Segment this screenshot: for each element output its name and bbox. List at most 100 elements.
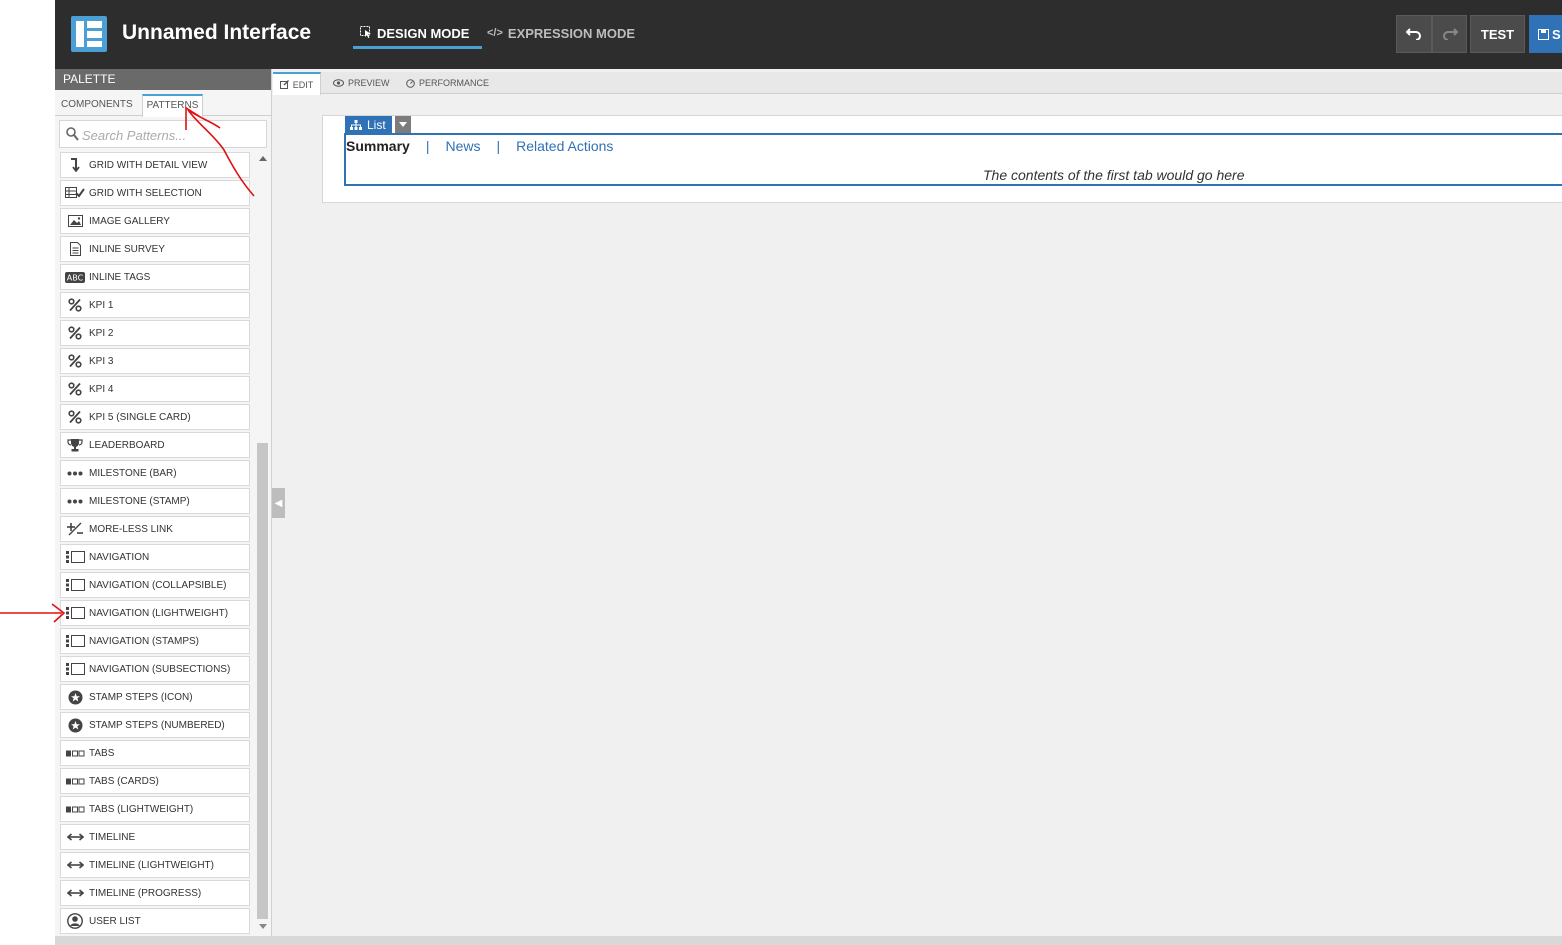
tab-edit[interactable]: EDIT xyxy=(273,72,321,95)
pattern-item-navigation-subsections[interactable]: NAVIGATION (SUBSECTIONS) xyxy=(60,656,250,682)
tab-preview-label: PREVIEW xyxy=(348,78,390,88)
undo-button[interactable] xyxy=(1396,15,1432,53)
pattern-item-label: TIMELINE xyxy=(89,831,136,843)
percent-icon xyxy=(61,326,89,340)
pattern-item-stamp-steps-numbered[interactable]: STAMP STEPS (NUMBERED) xyxy=(60,712,250,738)
navigation-icon xyxy=(61,663,89,675)
editor-tabs: EDIT PREVIEW PERFORMANCE xyxy=(273,72,1562,95)
save-label: S xyxy=(1552,26,1561,42)
scroll-thumb[interactable] xyxy=(257,443,268,919)
app-title: Unnamed Interface xyxy=(122,21,312,44)
pattern-item-label: LEADERBOARD xyxy=(89,439,165,451)
pattern-item-kpi-4[interactable]: KPI 4 xyxy=(60,376,250,402)
hierarchy-icon xyxy=(350,120,362,130)
navigation-icon xyxy=(61,607,89,619)
pattern-item-label: TIMELINE (LIGHTWEIGHT) xyxy=(89,859,214,871)
pattern-item-label: KPI 4 xyxy=(89,383,114,395)
undo-icon xyxy=(1406,28,1421,40)
image-icon xyxy=(61,215,89,227)
expression-mode-tab[interactable]: </> EXPRESSION MODE xyxy=(487,24,635,42)
pattern-item-kpi-3[interactable]: KPI 3 xyxy=(60,348,250,374)
nav-separator: | xyxy=(496,138,501,154)
double-arrow-icon xyxy=(61,889,89,897)
pattern-item-more-less-link[interactable]: MORE-LESS LINK xyxy=(60,516,250,542)
palette-scrollbar[interactable] xyxy=(256,153,269,941)
collapse-arrow-icon: ◀ xyxy=(274,497,283,509)
tab-patterns[interactable]: PATTERNS xyxy=(142,94,203,117)
pattern-item-label: NAVIGATION (LIGHTWEIGHT) xyxy=(89,607,229,619)
top-header: Unnamed Interface DESIGN MODE </> EXPRES… xyxy=(55,0,1562,69)
grid-check-icon xyxy=(61,187,89,199)
pattern-item-label: MILESTONE (BAR) xyxy=(89,467,177,479)
pattern-item-tabs-cards[interactable]: TABS (CARDS) xyxy=(60,768,250,794)
pattern-item-kpi-1[interactable]: KPI 1 xyxy=(60,292,250,318)
pattern-item-kpi-2[interactable]: KPI 2 xyxy=(60,320,250,346)
tabs-icon xyxy=(61,778,89,785)
pattern-item-grid-with-detail-view[interactable]: GRID WITH DETAIL VIEW xyxy=(60,152,250,178)
list-dropdown-button[interactable] xyxy=(395,116,411,133)
design-mode-label: DESIGN MODE xyxy=(377,25,470,41)
star-circle-icon xyxy=(61,718,89,733)
pattern-item-stamp-steps-icon[interactable]: STAMP STEPS (ICON) xyxy=(60,684,250,710)
list-badge-label: List xyxy=(367,118,386,132)
pattern-item-grid-with-selection[interactable]: GRID WITH SELECTION xyxy=(60,180,250,206)
scroll-up-arrow-icon[interactable] xyxy=(259,156,267,161)
pattern-item-navigation-stamps[interactable]: NAVIGATION (STAMPS) xyxy=(60,628,250,654)
design-mode-tab[interactable]: DESIGN MODE xyxy=(353,24,482,49)
collapse-palette-handle[interactable]: ◀ xyxy=(272,488,285,518)
pattern-item-user-list[interactable]: USER LIST xyxy=(60,908,250,934)
pattern-item-leaderboard[interactable]: LEADERBOARD xyxy=(60,432,250,458)
tabs-icon xyxy=(61,750,89,757)
pattern-item-timeline-lightweight[interactable]: TIMELINE (LIGHTWEIGHT) xyxy=(60,852,250,878)
search-box xyxy=(59,120,267,148)
pattern-item-inline-tags[interactable]: abc INLINE TAGS xyxy=(60,264,250,290)
pattern-item-navigation-lightweight[interactable]: NAVIGATION (LIGHTWEIGHT) xyxy=(60,600,250,626)
pattern-item-label: TIMELINE (PROGRESS) xyxy=(89,887,202,899)
percent-icon xyxy=(61,382,89,396)
pattern-item-inline-survey[interactable]: INLINE SURVEY xyxy=(60,236,250,262)
tab-preview[interactable]: PREVIEW xyxy=(333,72,390,94)
pattern-item-label: NAVIGATION xyxy=(89,551,150,563)
palette-tabs: COMPONENTS PATTERNS xyxy=(55,94,272,117)
app-logo-icon xyxy=(71,16,107,52)
tab-components[interactable]: COMPONENTS xyxy=(61,94,133,116)
pattern-item-navigation[interactable]: NAVIGATION xyxy=(60,544,250,570)
nav-separator: | xyxy=(425,138,430,154)
navigation-icon xyxy=(61,579,89,591)
pattern-item-label: INLINE TAGS xyxy=(89,271,151,283)
pattern-item-image-gallery[interactable]: IMAGE GALLERY xyxy=(60,208,250,234)
pattern-item-label: STAMP STEPS (ICON) xyxy=(89,691,193,703)
pattern-item-kpi-5-single-card[interactable]: KPI 5 (SINGLE CARD) xyxy=(60,404,250,430)
tab-performance-label: PERFORMANCE xyxy=(419,78,490,88)
caret-down-icon xyxy=(399,122,407,127)
pattern-item-label: TABS (CARDS) xyxy=(89,775,159,787)
redo-icon xyxy=(1442,28,1458,40)
pattern-item-tabs[interactable]: TABS xyxy=(60,740,250,766)
test-button[interactable]: TEST xyxy=(1470,15,1525,53)
design-mode-underline xyxy=(353,46,482,49)
pattern-item-label: KPI 5 (SINGLE CARD) xyxy=(89,411,191,423)
pattern-item-timeline-progress[interactable]: TIMELINE (PROGRESS) xyxy=(60,880,250,906)
list-component-badge[interactable]: List xyxy=(345,116,392,134)
pattern-item-label: IMAGE GALLERY xyxy=(89,215,170,227)
scroll-down-arrow-icon[interactable] xyxy=(259,924,267,929)
pattern-item-navigation-collapsible[interactable]: NAVIGATION (COLLAPSIBLE) xyxy=(60,572,250,598)
nav-summary[interactable]: Summary xyxy=(346,138,410,154)
tabs-icon xyxy=(61,806,89,813)
search-input[interactable] xyxy=(82,125,260,145)
save-button[interactable]: S xyxy=(1529,15,1562,53)
tab-edit-label: EDIT xyxy=(292,79,314,90)
app-window: Unnamed Interface DESIGN MODE </> EXPRES… xyxy=(55,0,1562,945)
pattern-item-milestone-stamp[interactable]: MILESTONE (STAMP) xyxy=(60,488,250,514)
redo-button[interactable] xyxy=(1432,15,1467,53)
pattern-item-label: NAVIGATION (STAMPS) xyxy=(89,635,200,647)
expression-mode-label: EXPRESSION MODE xyxy=(507,25,636,41)
pattern-item-label: INLINE SURVEY xyxy=(89,243,165,255)
pattern-item-timeline[interactable]: TIMELINE xyxy=(60,824,250,850)
tab-performance[interactable]: PERFORMANCE xyxy=(406,72,489,94)
nav-related-actions-link[interactable]: Related Actions xyxy=(516,138,613,154)
nav-news-link[interactable]: News xyxy=(445,138,480,154)
design-canvas: List Summary | News | Related Actions Th… xyxy=(322,115,1562,203)
pattern-item-tabs-lightweight[interactable]: TABS (LIGHTWEIGHT) xyxy=(60,796,250,822)
pattern-item-milestone-bar[interactable]: MILESTONE (BAR) xyxy=(60,460,250,486)
